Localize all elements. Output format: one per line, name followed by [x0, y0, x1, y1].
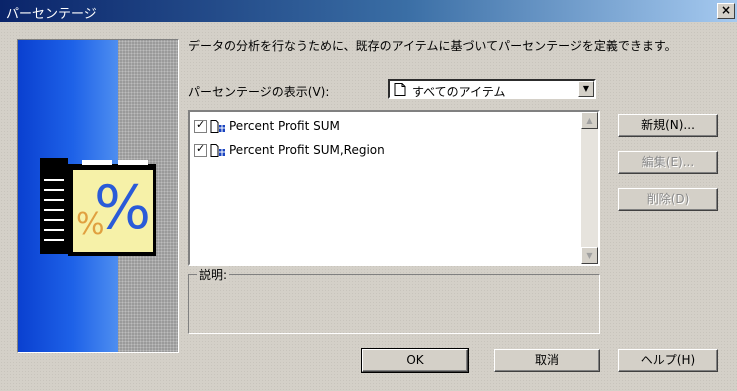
edit-button[interactable]: 編集(E)...: [618, 151, 718, 174]
new-button[interactable]: 新規(N)...: [618, 114, 718, 137]
vertical-scrollbar[interactable]: ▲ ▼: [581, 112, 598, 264]
delete-button[interactable]: 削除(D): [618, 188, 718, 211]
show-percentage-combo[interactable]: すべてのアイテム ▼: [388, 79, 596, 99]
item-checkbox[interactable]: ✓: [194, 141, 207, 157]
chevron-down-icon: ▼: [586, 251, 593, 260]
close-button[interactable]: ×: [717, 3, 735, 19]
percent-glyph-small: %: [76, 207, 105, 242]
scroll-up-button[interactable]: ▲: [581, 112, 598, 129]
cancel-button[interactable]: 取消: [494, 349, 600, 372]
description-group: 説明:: [188, 266, 600, 334]
show-percentage-value: すべてのアイテム: [412, 85, 506, 99]
checkmark-icon: ✓: [196, 141, 206, 155]
chevron-up-icon: ▲: [586, 116, 593, 125]
percent-document-icon: % %: [40, 158, 156, 256]
dialog-description: データの分析を行なうために、既存のアイテムに基づいてパーセンテージを定義できます…: [188, 39, 677, 53]
percentage-item-icon: [210, 143, 225, 157]
item-label: Percent Profit SUM,Region: [229, 143, 385, 157]
percentage-dialog: % % データの分析を行なうために、既存のアイテムに基づいてパーセンテージを定義…: [0, 22, 737, 391]
combo-dropdown-button[interactable]: ▼: [578, 81, 594, 97]
document-icon: [394, 83, 406, 96]
show-percentage-label: パーセンテージの表示(V):: [188, 85, 330, 99]
percentage-item-icon: [210, 119, 225, 133]
wizard-side-image: % %: [17, 39, 179, 353]
list-item[interactable]: ✓ Percent Profit SUM: [194, 118, 340, 134]
item-label: Percent Profit SUM: [229, 119, 340, 133]
scroll-down-button[interactable]: ▼: [581, 247, 598, 264]
title-bar: パーセンテージ ×: [0, 0, 737, 22]
percentage-list[interactable]: ✓ Percent Profit SUM ✓ Percent Profit SU…: [188, 110, 600, 266]
window-title: パーセンテージ: [6, 7, 97, 22]
close-icon: ×: [720, 3, 732, 17]
help-button[interactable]: ヘルプ(H): [618, 349, 718, 372]
chevron-down-icon: ▼: [582, 84, 590, 93]
description-group-label: 説明:: [197, 266, 230, 283]
item-checkbox[interactable]: ✓: [194, 117, 207, 133]
ok-button[interactable]: OK: [361, 348, 469, 373]
checkmark-icon: ✓: [196, 117, 206, 131]
list-item[interactable]: ✓ Percent Profit SUM,Region: [194, 142, 385, 158]
